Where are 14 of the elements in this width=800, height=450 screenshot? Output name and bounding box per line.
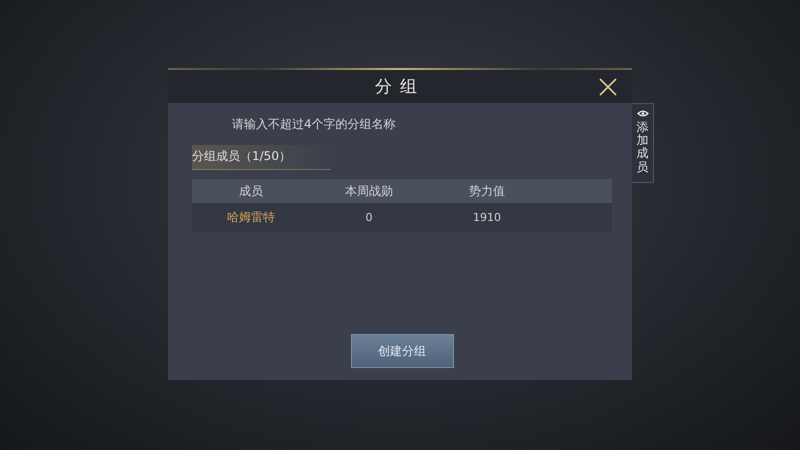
column-header: 本周战勋 <box>344 182 394 200</box>
table-cell-text: 0 <box>364 211 374 224</box>
group-name-field[interactable]: 请输入不超过4个字的分组名称 <box>232 113 532 135</box>
add-member-tab[interactable]: 添加成员 <box>632 103 654 183</box>
dialog-title: 分组 <box>375 76 425 98</box>
table-cell-text: 哈姆雷特 <box>226 209 276 226</box>
table-cell-text: 1910 <box>472 211 502 224</box>
close-icon <box>598 77 618 97</box>
eye-icon <box>636 110 648 117</box>
section-label: 分组成员（1/50） <box>192 145 331 170</box>
create-group-button[interactable]: 创建分组 <box>350 334 454 368</box>
close-button[interactable] <box>598 77 618 97</box>
column-header: 势力值 <box>468 182 506 200</box>
column-header: 成员 <box>238 182 264 200</box>
